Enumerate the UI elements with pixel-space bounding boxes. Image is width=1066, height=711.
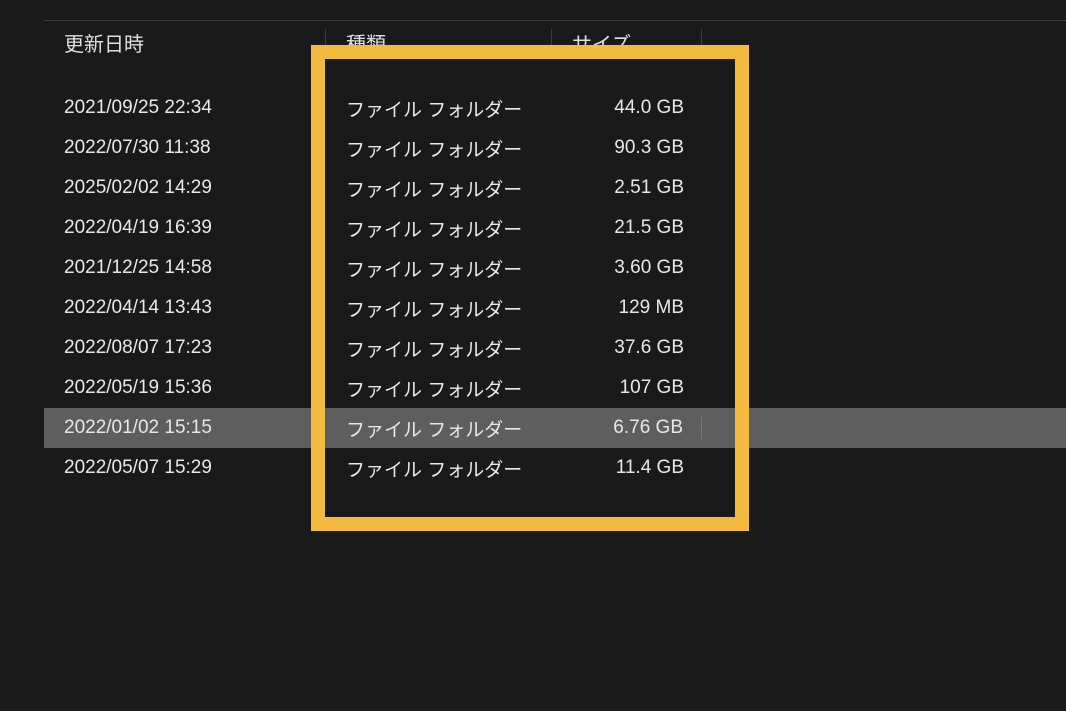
cell-type: ファイル フォルダー — [326, 455, 552, 482]
cell-size: 90.3 GB — [552, 137, 702, 159]
cell-size: 107 GB — [552, 377, 702, 399]
table-row[interactable]: 2022/04/19 16:39ファイル フォルダー21.5 GB — [44, 208, 1066, 248]
cell-size: 129 MB — [552, 297, 702, 319]
table-row[interactable]: 2025/02/02 14:29ファイル フォルダー2.51 GB — [44, 168, 1066, 208]
cell-size: 3.60 GB — [552, 257, 702, 279]
cell-date: 2022/04/19 16:39 — [44, 217, 326, 239]
cell-type: ファイル フォルダー — [326, 135, 552, 162]
cell-size: 6.76 GB — [552, 417, 702, 439]
cell-size: 37.6 GB — [552, 337, 702, 359]
cell-date: 2021/12/25 14:58 — [44, 257, 326, 279]
cell-date: 2025/02/02 14:29 — [44, 177, 326, 199]
cell-date: 2022/01/02 15:15 — [44, 417, 326, 439]
cell-size: 44.0 GB — [552, 97, 702, 119]
cell-size: 2.51 GB — [552, 177, 702, 199]
cell-type: ファイル フォルダー — [326, 415, 552, 442]
cell-type: ファイル フォルダー — [326, 175, 552, 202]
header-size[interactable]: サイズ — [552, 21, 702, 64]
cell-date: 2022/05/19 15:36 — [44, 377, 326, 399]
cell-type: ファイル フォルダー — [326, 335, 552, 362]
cell-size: 11.4 GB — [552, 457, 702, 479]
cell-type: ファイル フォルダー — [326, 95, 552, 122]
file-rows: 2021/09/25 22:34ファイル フォルダー44.0 GB2022/07… — [44, 88, 1066, 488]
file-explorer-panel: 更新日時 種類 サイズ 2021/09/25 22:34ファイル フォルダー44… — [0, 0, 1066, 488]
cell-date: 2022/04/14 13:43 — [44, 297, 326, 319]
cell-type: ファイル フォルダー — [326, 215, 552, 242]
cell-type: ファイル フォルダー — [326, 255, 552, 282]
table-row[interactable]: 2022/05/19 15:36ファイル フォルダー107 GB — [44, 368, 1066, 408]
column-headers: 更新日時 種類 サイズ — [44, 20, 1066, 64]
table-row[interactable]: 2022/07/30 11:38ファイル フォルダー90.3 GB — [44, 128, 1066, 168]
cell-size: 21.5 GB — [552, 217, 702, 239]
table-row[interactable]: 2021/09/25 22:34ファイル フォルダー44.0 GB — [44, 88, 1066, 128]
cell-date: 2022/07/30 11:38 — [44, 137, 326, 159]
cell-date: 2022/05/07 15:29 — [44, 457, 326, 479]
cell-date: 2022/08/07 17:23 — [44, 337, 326, 359]
cell-date: 2021/09/25 22:34 — [44, 97, 326, 119]
table-row[interactable]: 2022/05/07 15:29ファイル フォルダー11.4 GB — [44, 448, 1066, 488]
cell-type: ファイル フォルダー — [326, 375, 552, 402]
table-row[interactable]: 2022/08/07 17:23ファイル フォルダー37.6 GB — [44, 328, 1066, 368]
header-type[interactable]: 種類 — [326, 21, 552, 64]
cell-type: ファイル フォルダー — [326, 295, 552, 322]
header-date-modified[interactable]: 更新日時 — [44, 21, 326, 64]
table-row[interactable]: 2022/04/14 13:43ファイル フォルダー129 MB — [44, 288, 1066, 328]
table-row[interactable]: 2021/12/25 14:58ファイル フォルダー3.60 GB — [44, 248, 1066, 288]
table-row[interactable]: 2022/01/02 15:15ファイル フォルダー6.76 GB — [44, 408, 1066, 448]
